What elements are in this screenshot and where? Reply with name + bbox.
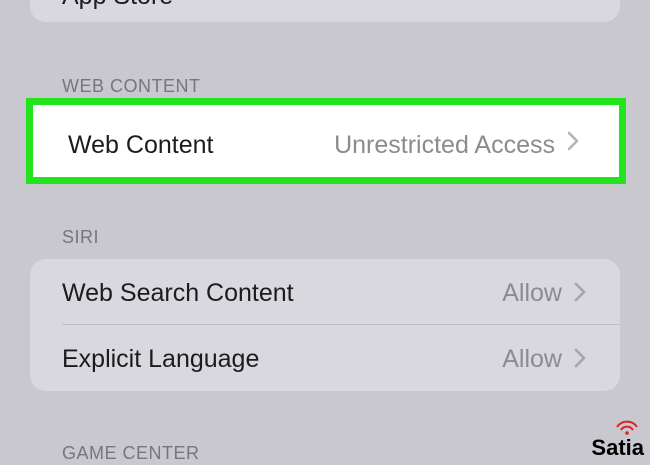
web-content-section-header: WEB CONTENT [62, 76, 201, 96]
top-partial-label: App Store [62, 0, 173, 11]
explicit-language-label: Explicit Language [62, 345, 260, 373]
chevron-right-icon [574, 282, 586, 302]
web-search-content-label: Web Search Content [62, 279, 294, 307]
web-content-row[interactable]: Web Content Unrestricted Access [26, 98, 626, 184]
explicit-language-value: Allow [502, 345, 562, 373]
top-partial-row[interactable]: App Store [30, 0, 620, 22]
siri-panel: Web Search Content Allow Explicit Langua… [30, 259, 620, 391]
web-content-label: Web Content [68, 131, 214, 159]
game-center-section-header: GAME CENTER [62, 443, 200, 463]
chevron-right-icon [574, 348, 586, 368]
siri-section-header: SIRI [62, 227, 100, 247]
wifi-signal-icon [616, 420, 638, 435]
watermark-logo: Satia [591, 435, 644, 460]
web-search-content-row[interactable]: Web Search Content Allow [30, 259, 620, 325]
web-content-value: Unrestricted Access [334, 131, 555, 159]
web-search-content-value: Allow [502, 279, 562, 307]
top-panel: App Store [30, 0, 620, 22]
explicit-language-row[interactable]: Explicit Language Allow [30, 325, 620, 391]
chevron-right-icon [567, 131, 579, 151]
